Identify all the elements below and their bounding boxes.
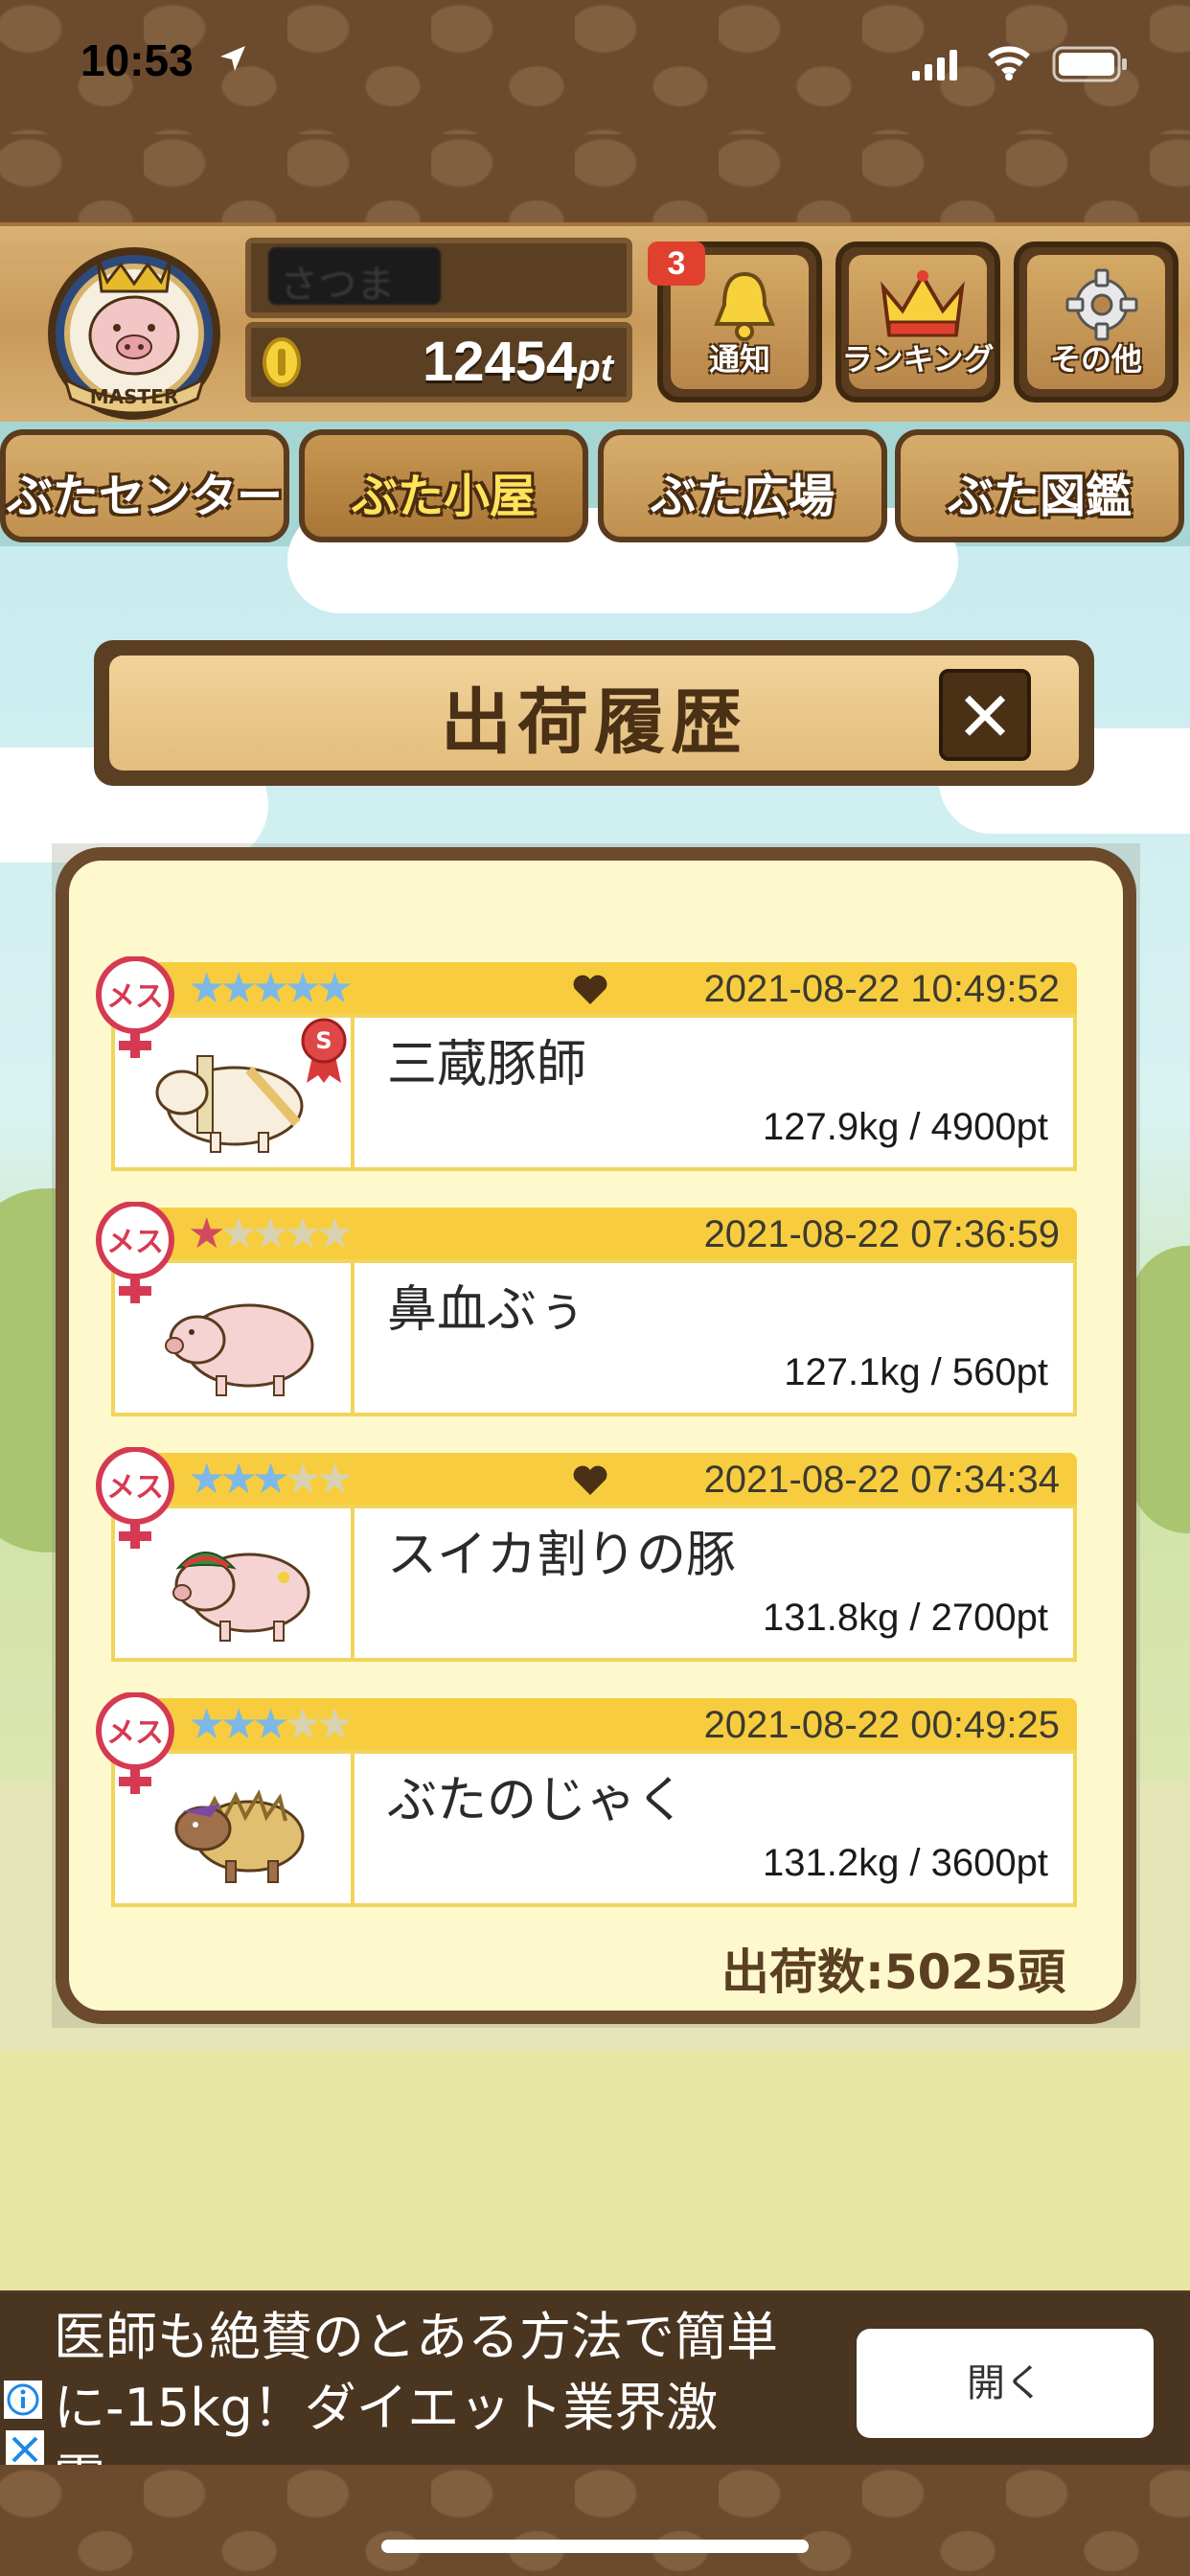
cellular-signal-icon xyxy=(912,50,957,80)
points-display: 12454pt xyxy=(316,330,613,397)
tab-buta-hut[interactable]: ぶた小屋 xyxy=(299,429,588,542)
field xyxy=(0,2051,1190,2290)
tab-buta-encyclopedia[interactable]: ぶた図鑑 xyxy=(895,429,1184,542)
female-badge-icon: メス xyxy=(96,1692,174,1794)
shipment-record[interactable]: メス ★★★★★ 2021-08-22 07:34:34 スイカ割りの豚 131… xyxy=(96,1447,1077,1662)
tab-label: ぶた広場 xyxy=(650,470,835,523)
pig-name: スイカ割りの豚 xyxy=(387,1527,737,1584)
points-unit: pt xyxy=(577,347,613,389)
badge-label: MASTER xyxy=(90,385,179,408)
ad-text[interactable]: 医師も絶賛のとある方法で簡単に-15kg！ダイエット業界激震… xyxy=(54,2302,820,2509)
notification-count-badge: 3 xyxy=(648,242,705,286)
record-timestamp: 2021-08-22 07:34:34 xyxy=(703,1459,1060,1501)
rating-stars: ★★★★★ xyxy=(188,1209,354,1258)
record-timestamp: 2021-08-22 10:49:52 xyxy=(703,968,1060,1010)
close-button[interactable]: ✕ xyxy=(939,669,1031,761)
tab-buta-center[interactable]: ぶたセンター xyxy=(0,429,289,542)
medal-rank: S xyxy=(315,1027,332,1054)
wifi-icon xyxy=(988,46,1030,80)
user-name: さつま xyxy=(268,247,441,307)
sex-label: メス xyxy=(106,1226,164,1259)
gear-icon xyxy=(1065,268,1138,341)
ranking-button[interactable]: ランキング xyxy=(835,242,1000,402)
rating-stars: ★★★★★ xyxy=(188,1700,354,1749)
header-pattern-band xyxy=(0,134,1190,222)
female-badge-icon: メス xyxy=(96,956,174,1058)
sex-label: メス xyxy=(106,980,164,1014)
location-arrow-icon xyxy=(220,46,245,71)
rating-stars: ★★★★★ xyxy=(188,964,354,1013)
battery-icon xyxy=(1052,46,1127,82)
ad-open-button[interactable]: 開く xyxy=(857,2329,1154,2438)
female-badge-icon: メス xyxy=(96,1202,174,1303)
dialog-title: 出荷履歴 xyxy=(441,681,747,764)
record-timestamp: 2021-08-22 00:49:25 xyxy=(703,1704,1060,1746)
sex-label: メス xyxy=(106,1471,164,1505)
coin-icon xyxy=(263,337,301,387)
weight-points: 131.2kg / 3600pt xyxy=(762,1842,1048,1884)
bell-icon xyxy=(714,271,775,341)
tab-label: ぶたセンター xyxy=(6,470,283,523)
pig-name: ぶたのじゃく xyxy=(387,1772,687,1829)
female-badge-icon: メス xyxy=(96,1447,174,1549)
s-rank-medal-icon: S xyxy=(301,1018,347,1083)
shipment-record[interactable]: S メス ★★★★★ 2021-08-22 10:49:52 三蔵豚師 127.… xyxy=(96,956,1077,1171)
ad-close-icon[interactable] xyxy=(6,2430,44,2469)
weight-points: 127.9kg / 4900pt xyxy=(762,1106,1048,1148)
tab-label: ぶた小屋 xyxy=(351,470,536,523)
weight-points: 127.1kg / 560pt xyxy=(784,1351,1048,1393)
rating-stars: ★★★★★ xyxy=(188,1455,354,1504)
record-timestamp: 2021-08-22 07:36:59 xyxy=(703,1213,1060,1255)
ad-info-icon[interactable] xyxy=(4,2380,42,2419)
shipment-count: 出荷数:5025頭 xyxy=(721,1944,1065,2000)
tab-label: ぶた図鑑 xyxy=(947,470,1132,523)
sex-label: メス xyxy=(106,1716,164,1750)
close-icon: ✕ xyxy=(955,677,1015,757)
clock: 10:53 xyxy=(80,35,194,85)
home-indicator[interactable] xyxy=(381,2540,809,2553)
favorite-heart-icon[interactable] xyxy=(571,1462,609,1497)
footer-pattern xyxy=(0,2465,1190,2576)
other-label: その他 xyxy=(1049,341,1142,378)
shipment-record[interactable]: メス ★★★★★ 2021-08-22 07:36:59 鼻血ぶぅ 127.1k… xyxy=(96,1202,1077,1416)
master-pig-badge[interactable]: MASTER xyxy=(38,240,230,422)
other-menu-button[interactable]: その他 xyxy=(1014,242,1179,402)
favorite-heart-icon[interactable] xyxy=(571,972,609,1006)
notification-label: 通知 xyxy=(708,341,770,378)
pig-name: 鼻血ぶぅ xyxy=(387,1281,587,1339)
weight-points: 131.8kg / 2700pt xyxy=(762,1597,1048,1639)
rating-stars-text: ★★★★★ xyxy=(188,964,354,1013)
points-value: 12454 xyxy=(422,331,578,393)
pig-name: 三蔵豚師 xyxy=(387,1036,587,1093)
shipment-record[interactable]: メス ★★★★★ 2021-08-22 00:49:25 ぶたのじゃく 131.… xyxy=(96,1692,1077,1907)
tab-buta-yard[interactable]: ぶた広場 xyxy=(598,429,887,542)
ranking-label: ランキング xyxy=(841,341,995,378)
